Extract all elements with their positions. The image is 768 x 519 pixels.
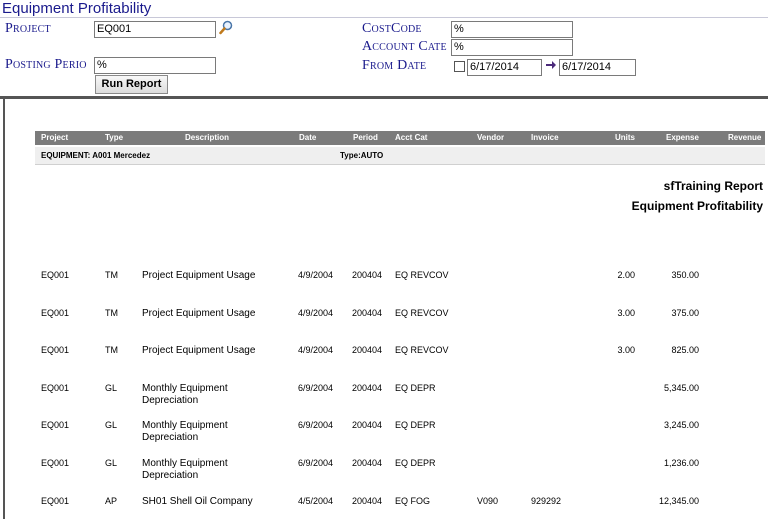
- cell-invoice: 929292: [531, 496, 562, 506]
- cell-vendor: V090: [477, 496, 499, 506]
- cell-description: Project Equipment Usage: [142, 270, 256, 281]
- cell-acct-cat: EQ DEPR: [395, 383, 436, 393]
- run-report-button[interactable]: Run Report: [95, 75, 168, 94]
- cell-type: TM: [105, 345, 118, 355]
- project-label: Project: [5, 21, 51, 36]
- page-title: Equipment Profitability: [2, 0, 152, 17]
- cell-project: EQ001: [41, 420, 70, 430]
- cell-type: GL: [105, 383, 118, 393]
- col-date: Date: [299, 133, 317, 142]
- cell-description: Monthly Equipment: [142, 383, 228, 394]
- group-header: EQUIPMENT: A001 Mercedez Type:AUTO: [35, 147, 765, 165]
- cell-date: 6/9/2004: [298, 420, 334, 430]
- group-type: Type:AUTO: [340, 151, 384, 160]
- to-date-input[interactable]: 6/17/2014: [559, 59, 636, 76]
- col-revenue: Revenue: [728, 133, 762, 142]
- cell-expense: 5,345.00: [663, 383, 699, 393]
- cell-type: GL: [105, 458, 118, 468]
- cell-date: 4/5/2004: [298, 496, 334, 506]
- group-equipment: EQUIPMENT: A001 Mercedez: [41, 151, 151, 160]
- col-acct-cat: Acct Cat: [395, 133, 428, 142]
- cell-expense: 375.00: [671, 308, 699, 318]
- posting-period-input[interactable]: %: [94, 57, 216, 74]
- cell-period: 200404: [352, 270, 383, 280]
- cell-description: Monthly Equipment: [142, 420, 228, 431]
- cell-period: 200404: [352, 308, 383, 318]
- cell-acct-cat: EQ REVCOV: [395, 308, 449, 318]
- cell-period: 200404: [352, 383, 383, 393]
- col-invoice: Invoice: [531, 133, 559, 142]
- from-date-label: From Date: [362, 58, 427, 73]
- from-date-input[interactable]: 6/17/2014: [467, 59, 542, 76]
- cell-description-line2: Depreciation: [142, 432, 199, 443]
- col-period: Period: [353, 133, 378, 142]
- col-type: Type: [105, 133, 124, 142]
- report-company: sfTraining Report: [663, 179, 763, 193]
- cell-units: 2.00: [617, 270, 635, 280]
- cell-expense: 3,245.00: [663, 420, 699, 430]
- cell-acct-cat: EQ FOG: [395, 496, 431, 506]
- col-units: Units: [615, 133, 635, 142]
- cell-type: AP: [105, 496, 118, 506]
- cell-description-line2: Depreciation: [142, 395, 199, 406]
- cell-acct-cat: EQ DEPR: [395, 420, 436, 430]
- cell-description: SH01 Shell Oil Company: [142, 496, 253, 507]
- cell-units: 3.00: [617, 308, 635, 318]
- cell-expense: 1,236.00: [663, 458, 699, 468]
- cell-acct-cat: EQ REVCOV: [395, 345, 449, 355]
- cell-description-line2: Depreciation: [142, 470, 199, 481]
- cell-project: EQ001: [41, 345, 70, 355]
- account-category-label: Account Cate: [362, 39, 447, 54]
- cell-period: 200404: [352, 420, 383, 430]
- cell-units: 3.00: [617, 345, 635, 355]
- cost-code-input[interactable]: %: [451, 21, 573, 38]
- cell-project: EQ001: [41, 270, 70, 280]
- title-divider: [0, 17, 768, 18]
- project-input[interactable]: EQ001: [94, 21, 216, 38]
- cell-period: 200404: [352, 458, 383, 468]
- cell-description: Monthly Equipment: [142, 458, 228, 469]
- arrow-right-icon: [545, 59, 557, 74]
- cell-project: EQ001: [41, 496, 70, 506]
- posting-period-label: Posting Perio: [5, 57, 87, 72]
- col-description: Description: [185, 133, 230, 142]
- table-header: Project Type Description Date Period Acc…: [35, 131, 765, 145]
- cell-acct-cat: EQ DEPR: [395, 458, 436, 468]
- cell-period: 200404: [352, 345, 383, 355]
- cost-code-label: CostCode: [362, 21, 422, 36]
- cell-expense: 825.00: [671, 345, 699, 355]
- account-category-input[interactable]: %: [451, 39, 573, 56]
- col-expense: Expense: [666, 133, 699, 142]
- cell-expense: 12,345.00: [658, 496, 699, 506]
- report-name: Equipment Profitability: [631, 199, 763, 213]
- cell-description: Project Equipment Usage: [142, 345, 256, 356]
- cell-date: 6/9/2004: [298, 383, 334, 393]
- magnifier-icon[interactable]: [219, 20, 233, 40]
- cell-type: GL: [105, 420, 118, 430]
- cell-project: EQ001: [41, 308, 70, 318]
- col-project: Project: [41, 133, 69, 142]
- cell-acct-cat: EQ REVCOV: [395, 270, 449, 280]
- cell-period: 200404: [352, 496, 383, 506]
- date-filter-checkbox[interactable]: [454, 61, 465, 72]
- cell-description: Project Equipment Usage: [142, 308, 256, 319]
- cell-date: 6/9/2004: [298, 458, 334, 468]
- cell-project: EQ001: [41, 458, 70, 468]
- cell-type: TM: [105, 270, 118, 280]
- cell-type: TM: [105, 308, 118, 318]
- cell-project: EQ001: [41, 383, 70, 393]
- cell-date: 4/9/2004: [298, 345, 334, 355]
- col-vendor: Vendor: [477, 133, 505, 142]
- cell-date: 4/9/2004: [298, 308, 334, 318]
- cell-date: 4/9/2004: [298, 270, 334, 280]
- cell-expense: 350.00: [671, 270, 699, 280]
